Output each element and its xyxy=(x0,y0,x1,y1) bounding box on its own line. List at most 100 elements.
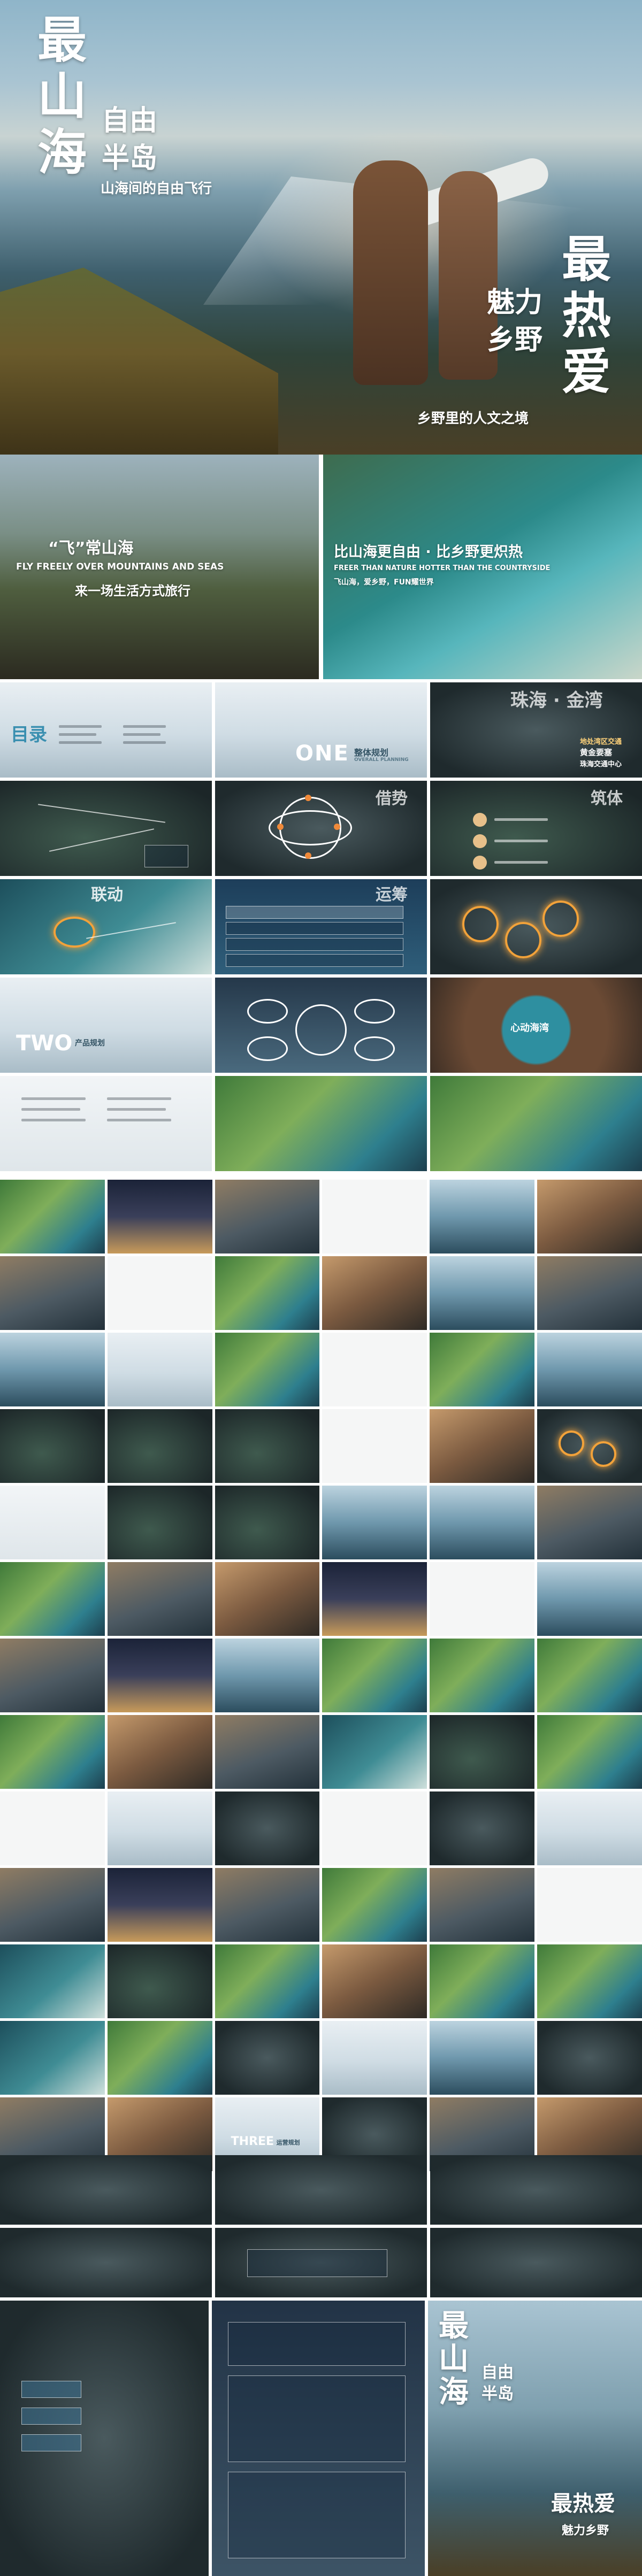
slide-b-14 xyxy=(107,1333,212,1406)
slide-b-30 xyxy=(537,1486,642,1559)
slide-c-19 xyxy=(0,1791,105,1865)
slide-b-25 xyxy=(0,1486,105,1559)
section-one-cn: 整体规划 xyxy=(354,748,389,758)
slide-c-24 xyxy=(537,1791,642,1865)
slide-c-36 xyxy=(537,1944,642,2018)
slide-masterplan-1 xyxy=(215,1076,427,1171)
section-two-cn: 产品规划 xyxy=(75,1039,105,1048)
slide-c-05 xyxy=(430,1562,535,1636)
section-three-label: THREE xyxy=(231,2135,274,2148)
presentation-collage: 最 山 海 自由 半岛 山海间的自由飞行 最 热 爱 魅力 乡野 乡野里的人文之… xyxy=(0,0,642,2576)
traffic-line-1: 地处湾区交通 xyxy=(580,738,622,746)
feet-cliff-photo: “飞”常山海 FLY FREELY OVER MOUNTAINS AND SEA… xyxy=(0,455,319,679)
slide-b-16 xyxy=(322,1333,427,1406)
slide-c-27 xyxy=(215,1868,320,1942)
zhuti-title: 筑体 xyxy=(591,789,623,808)
end-title-char-1: 最 xyxy=(439,2309,469,2343)
yunchou-title: 运筹 xyxy=(376,886,408,904)
slogan-row: “飞”常山海 FLY FREELY OVER MOUNTAINS AND SEA… xyxy=(0,455,642,679)
slide-c-28 xyxy=(322,1868,427,1942)
liandong-title: 联动 xyxy=(91,886,123,904)
slide-d-06 xyxy=(430,2228,642,2297)
slide-b-19 xyxy=(0,1409,105,1483)
hero-subtitle-1: 自由 xyxy=(102,105,158,137)
slide-c-14 xyxy=(107,1715,212,1789)
slide-grid-c: THREE 运营规划 xyxy=(0,1562,642,2171)
slide-zhuhai-map: 珠海 · 金湾 地处湾区交通 黄金要塞 珠海交通中心 xyxy=(430,682,642,778)
slide-c-32 xyxy=(107,1944,212,2018)
slide-c-15 xyxy=(215,1715,320,1789)
slide-glow-spots xyxy=(430,879,642,974)
slide-product-list xyxy=(0,1076,212,1171)
slide-c-23 xyxy=(430,1791,535,1865)
end-right-title: 最热爱 xyxy=(551,2492,615,2516)
toc-title: 目录 xyxy=(11,724,47,745)
slide-b-08 xyxy=(107,1256,212,1330)
slide-b-12 xyxy=(537,1256,642,1330)
slide-c-38 xyxy=(107,2021,212,2095)
slide-b-28 xyxy=(322,1486,427,1559)
slide-b-17 xyxy=(430,1333,535,1406)
slide-c-33 xyxy=(215,1944,320,2018)
slide-c-31 xyxy=(0,1944,105,2018)
slide-site-map-1 xyxy=(0,781,212,876)
slide-b-01 xyxy=(0,1180,105,1254)
slide-c-06 xyxy=(537,1562,642,1636)
slide-heart-bay: 心动海湾 xyxy=(430,978,642,1073)
hero-title-char-1: 最 xyxy=(37,12,87,69)
slide-liandong-map: 联动 xyxy=(0,879,212,974)
slide-b-03 xyxy=(215,1180,320,1254)
slide-b-13 xyxy=(0,1333,105,1406)
coast-aerial-photo: 比山海更自由 · 比乡野更炽热 FREER THAN NATURE HOTTER… xyxy=(323,455,642,679)
slide-c-12 xyxy=(537,1639,642,1712)
slide-closing-chart xyxy=(212,2301,425,2576)
slide-c-20 xyxy=(107,1791,212,1865)
hero-right-sub-1: 魅力 xyxy=(487,287,543,319)
slide-grid-a: 目录 ONE 整体规划 OVERALL PLANNING 珠海 · 金湾 地处湾… xyxy=(0,682,642,1171)
section-one-label: ONE xyxy=(295,741,349,766)
slide-closing-map xyxy=(0,2301,209,2576)
slide-b-04 xyxy=(322,1180,427,1254)
slide-d-01 xyxy=(0,2155,212,2225)
end-right-sub: 魅力乡野 xyxy=(562,2524,609,2537)
slide-b-09 xyxy=(215,1256,320,1330)
hero-right-sub-2: 乡野 xyxy=(487,324,543,356)
slide-c-17 xyxy=(430,1715,535,1789)
slide-c-08 xyxy=(107,1639,212,1712)
slide-c-02 xyxy=(107,1562,212,1636)
slide-c-04 xyxy=(322,1562,427,1636)
slide-c-29 xyxy=(430,1868,535,1942)
slide-c-34 xyxy=(322,1944,427,2018)
slide-c-25 xyxy=(0,1868,105,1942)
slogan-right-cn: 飞山海，爱乡野，FUN耀世界 xyxy=(334,578,434,587)
runner-figure-1 xyxy=(353,160,428,385)
slogan-left-cn: 来一场生活方式旅行 xyxy=(75,583,190,598)
hero-title-char-2: 山 xyxy=(37,68,87,125)
end-subtitle-2: 半岛 xyxy=(482,2385,514,2403)
slide-b-23 xyxy=(430,1409,535,1483)
slide-b-29 xyxy=(430,1486,535,1559)
slide-masterplan-2 xyxy=(430,1076,642,1171)
slide-c-18 xyxy=(537,1715,642,1789)
slide-d-04 xyxy=(0,2228,212,2297)
traffic-line-3: 珠海交通中心 xyxy=(580,760,622,768)
slide-c-09 xyxy=(215,1639,320,1712)
section-one-en: OVERALL PLANNING xyxy=(354,757,409,763)
slogan-left-en: FLY FREELY OVER MOUNTAINS AND SEAS xyxy=(16,562,224,572)
slide-b-18 xyxy=(537,1333,642,1406)
slide-c-26 xyxy=(107,1868,212,1942)
slide-b-11 xyxy=(430,1256,535,1330)
slide-d-03 xyxy=(430,2155,642,2225)
slogan-left-quote: “飞”常山海 xyxy=(48,539,134,558)
slide-c-11 xyxy=(430,1639,535,1712)
slide-b-27 xyxy=(215,1486,320,1559)
hero-title-char-3: 海 xyxy=(37,124,87,181)
traffic-line-2: 黄金要塞 xyxy=(580,748,613,757)
slide-one-overall-planning: ONE 整体规划 OVERALL PLANNING xyxy=(215,682,427,778)
section-three-cn: 运营规划 xyxy=(276,2139,300,2146)
slide-b-06 xyxy=(537,1180,642,1254)
jieshi-title: 借势 xyxy=(376,789,408,808)
slide-c-01 xyxy=(0,1562,105,1636)
slide-toc: 目录 xyxy=(0,682,212,778)
hero-right-tagline: 乡野里的人文之境 xyxy=(417,411,529,427)
